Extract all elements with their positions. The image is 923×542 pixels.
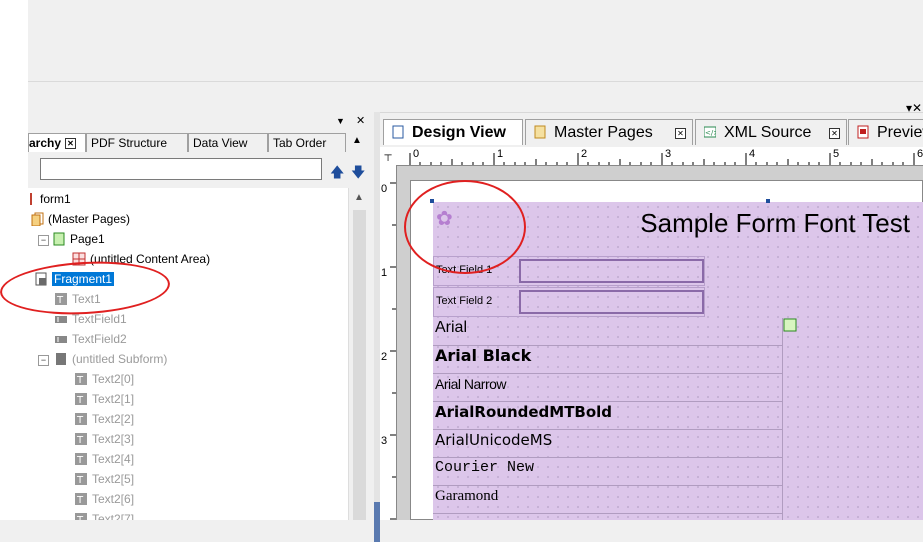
toolbar-area bbox=[28, 0, 923, 113]
tree-scrollbar[interactable]: ▲ bbox=[348, 188, 371, 520]
form-title: Sample Form Font Test bbox=[640, 208, 910, 238]
font-sample-arial-unicode[interactable]: ArialUnicodeMS bbox=[433, 430, 782, 458]
font-sample-arial-black[interactable]: Arial Black bbox=[433, 346, 782, 374]
font-sample-garamond[interactable]: Garamond bbox=[433, 486, 782, 514]
tree-item-text2-3[interactable]: T Text2[3] bbox=[74, 430, 134, 448]
text-object-icon: T bbox=[74, 432, 88, 446]
scroll-up-icon[interactable]: ▲ bbox=[354, 192, 364, 203]
tree-item-master-pages[interactable]: (Master Pages) bbox=[30, 210, 130, 228]
tree-item-text2-2[interactable]: T Text2[2] bbox=[74, 410, 134, 428]
ruler-origin-icon: ┬ bbox=[380, 147, 397, 166]
text-object-icon: T bbox=[74, 492, 88, 506]
text-object-icon: T bbox=[74, 412, 88, 426]
tree-item-page1[interactable]: Page1 bbox=[52, 230, 105, 248]
tab-close-icon[interactable]: ✕ bbox=[829, 128, 840, 139]
collapse-toggle-icon[interactable]: − bbox=[38, 355, 49, 366]
page-icon bbox=[52, 232, 66, 246]
tab-hierarchy[interactable]: archy ✕ bbox=[28, 133, 86, 152]
tree-item-form1[interactable]: form1 bbox=[30, 190, 71, 208]
svg-text:T: T bbox=[76, 455, 84, 466]
scrollbar-thumb[interactable] bbox=[353, 210, 366, 520]
subform-page-icon bbox=[783, 318, 797, 332]
tab-pdf-structure[interactable]: PDF Structure bbox=[86, 133, 188, 152]
editor-menu-icon[interactable]: ▾✕ bbox=[906, 101, 922, 115]
tab-data-view[interactable]: Data View bbox=[188, 133, 268, 152]
panel-menu-arrow-icon[interactable]: ▼ bbox=[336, 116, 345, 126]
tab-tab-order[interactable]: Tab Order bbox=[268, 133, 346, 152]
hierarchy-tree: form1 (Master Pages) − Page1 (untitled C… bbox=[28, 188, 348, 520]
tab-design-view[interactable]: Design View bbox=[383, 119, 523, 145]
text-field-2-input[interactable] bbox=[519, 290, 704, 314]
font-sample-arial[interactable]: Arial bbox=[433, 318, 782, 346]
font-sample-arial-rounded[interactable]: ArialRoundedMTBold bbox=[433, 402, 782, 430]
page-icon bbox=[392, 122, 404, 139]
collapse-toggle-icon[interactable]: − bbox=[38, 235, 49, 246]
tab-close-icon[interactable]: ✕ bbox=[65, 138, 77, 150]
text-field-1-input[interactable] bbox=[519, 259, 704, 283]
font-sample-courier-new[interactable]: Courier New bbox=[433, 458, 782, 486]
master-pages-icon bbox=[30, 212, 44, 227]
master-page-icon bbox=[534, 122, 546, 139]
font-sample-arial-narrow[interactable]: Arial Narrow bbox=[433, 374, 782, 402]
tree-item-text2-4[interactable]: T Text2[4] bbox=[74, 450, 134, 468]
text-object-icon: T bbox=[74, 452, 88, 466]
tab-xml-source[interactable]: </>XML Source✕ bbox=[695, 119, 847, 145]
text-field-icon bbox=[54, 332, 68, 346]
tree-item-textfield2[interactable]: TextField2 bbox=[54, 330, 127, 348]
tree-item-text2-7[interactable]: TText2[7] bbox=[74, 510, 134, 520]
text-object-icon: T bbox=[74, 392, 88, 406]
left-edge-strip bbox=[0, 0, 28, 520]
svg-text:T: T bbox=[76, 415, 84, 426]
move-up-icon[interactable]: 🡅 bbox=[330, 162, 344, 186]
tree-item-text2-0[interactable]: T Text2[0] bbox=[74, 370, 134, 388]
move-down-icon[interactable]: 🡇 bbox=[351, 162, 365, 186]
horizontal-ruler: 0 1 2 3 4 5 6 bbox=[396, 147, 923, 166]
annotation-circle-canvas bbox=[404, 180, 526, 274]
svg-text:T: T bbox=[76, 475, 84, 486]
svg-text:T: T bbox=[76, 435, 84, 446]
xml-icon: </> bbox=[703, 122, 719, 138]
svg-text:</>: </> bbox=[705, 129, 716, 137]
selection-handle[interactable] bbox=[766, 199, 770, 203]
tree-item-subform[interactable]: (untitled Subform) bbox=[54, 350, 167, 368]
toolbar-divider bbox=[28, 81, 923, 82]
text-object-icon: T bbox=[74, 512, 88, 520]
text-object-icon: T bbox=[74, 372, 88, 386]
tab-close-icon[interactable]: ✕ bbox=[675, 128, 686, 139]
svg-text:T: T bbox=[76, 495, 84, 506]
svg-text:T: T bbox=[76, 515, 84, 520]
tab-master-pages[interactable]: Master Pages ✕ bbox=[525, 119, 693, 145]
text-object-icon: T bbox=[74, 472, 88, 486]
svg-text:T: T bbox=[76, 375, 84, 386]
tree-item-text2-6[interactable]: T Text2[6] bbox=[74, 490, 134, 508]
form-icon bbox=[30, 193, 36, 205]
panel-close-icon[interactable]: ✕ bbox=[356, 114, 365, 127]
tab-preview[interactable]: Preview bbox=[848, 119, 923, 145]
svg-text:T: T bbox=[76, 395, 84, 406]
vertical-ruler: 0 1 2 3 bbox=[380, 165, 397, 520]
hierarchy-search-input[interactable] bbox=[40, 158, 322, 180]
tree-item-text2-1[interactable]: T Text2[1] bbox=[74, 390, 134, 408]
hierarchy-tabs: archy ✕ PDF Structure Data View Tab Order… bbox=[28, 133, 374, 153]
tabs-scroll-icon[interactable]: ▲ bbox=[352, 135, 362, 146]
tree-item-text2-5[interactable]: T Text2[5] bbox=[74, 470, 134, 488]
text-field-2-label: Text Field 2 bbox=[436, 295, 493, 307]
subform-icon bbox=[54, 352, 68, 366]
pdf-icon bbox=[857, 122, 869, 139]
